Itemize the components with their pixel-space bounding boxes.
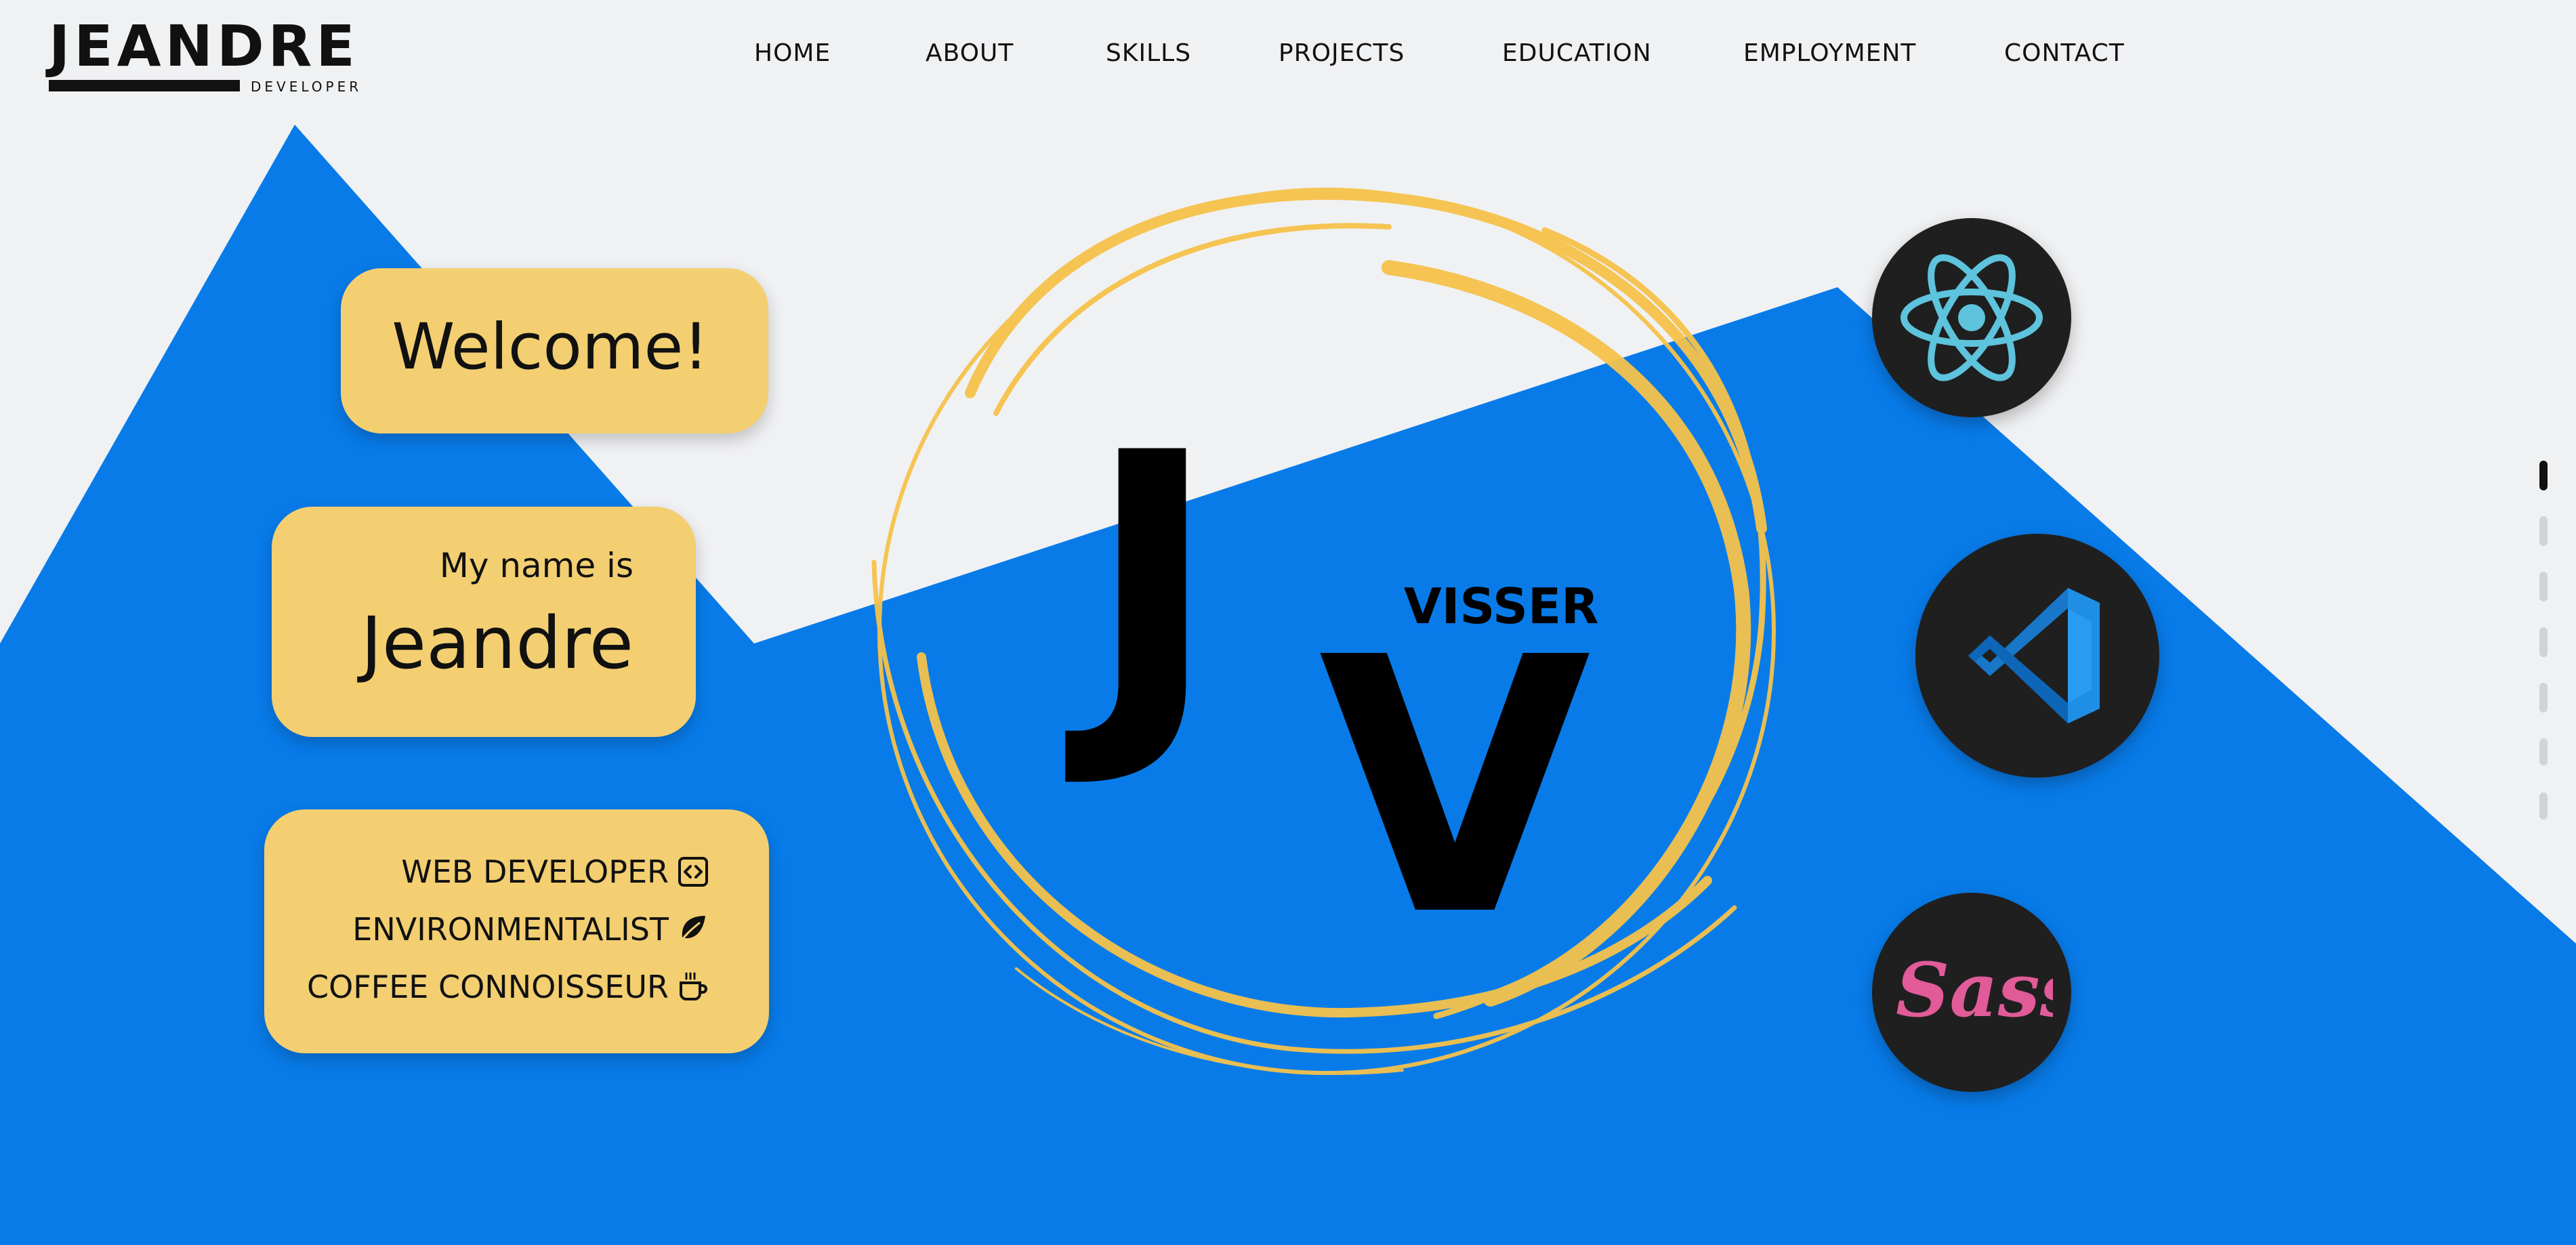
nav-projects[interactable]: PROJECTS [1279,39,1405,67]
role-web-developer: WEB DEVELOPER [401,853,709,890]
logo-underline [49,80,240,91]
nav-education[interactable]: EDUCATION [1502,39,1652,67]
nav-home[interactable]: HOME [754,39,831,67]
intro-bubble: My name is Jeandre [272,507,696,737]
role-label: WEB DEVELOPER [401,853,669,890]
welcome-bubble: Welcome! [341,268,768,434]
role-label: ENVIRONMENTALIST [352,911,669,948]
intro-prefix: My name is [439,546,633,585]
nav-skills[interactable]: SKILLS [1106,39,1191,67]
role-environmentalist: ENVIRONMENTALIST [352,911,709,948]
intro-name: Jeandre [360,602,633,685]
leaf-icon [677,913,709,946]
code-icon [677,856,709,888]
section-dot-1[interactable] [2539,461,2548,490]
section-dot-3[interactable] [2539,572,2548,602]
section-dot-4[interactable] [2539,627,2548,657]
section-indicator [2539,461,2549,820]
role-label: COFFEE CONNOISSEUR [306,969,669,1005]
section-dot-7[interactable] [2539,793,2548,820]
nav-about[interactable]: ABOUT [926,39,1014,67]
logo-tagline: DEVELOPER [251,79,362,95]
sass-icon[interactable]: Sass [1872,893,2071,1092]
role-coffee-connoisseur: COFFEE CONNOISSEUR [307,969,709,1005]
coffee-cup-icon [677,971,709,1003]
nav-contact[interactable]: CONTACT [2004,39,2125,67]
section-dot-5[interactable] [2539,683,2548,713]
section-dot-2[interactable] [2539,516,2548,546]
svg-text:Sass: Sass [1896,946,2053,1034]
main-nav: HOME ABOUT SKILLS PROJECTS EDUCATION EMP… [0,39,2576,73]
section-dot-6[interactable] [2539,738,2548,765]
react-icon[interactable] [1872,218,2071,417]
vscode-icon[interactable] [1915,534,2159,778]
roles-bubble: WEB DEVELOPER ENVIRONMENTALIST COFFEE CO… [264,809,769,1053]
nav-employment[interactable]: EMPLOYMENT [1743,39,1916,67]
welcome-text: Welcome! [392,310,709,384]
